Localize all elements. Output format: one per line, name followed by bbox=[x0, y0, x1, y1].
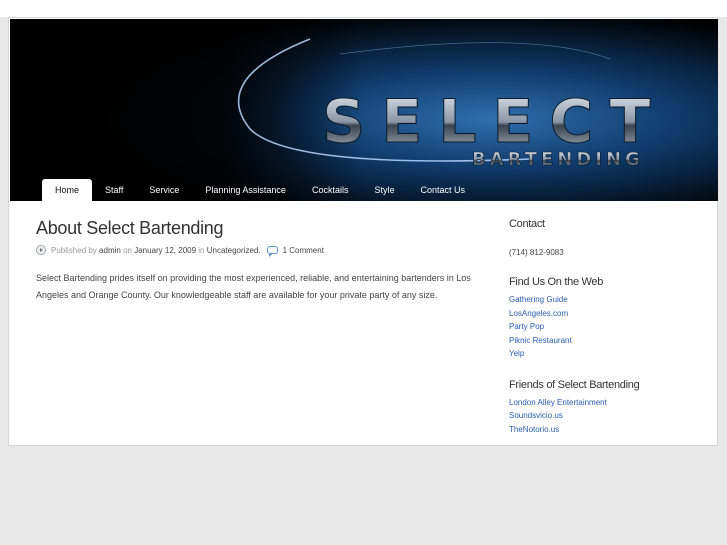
link-yelp[interactable]: Yelp bbox=[509, 347, 709, 361]
nav-home[interactable]: Home bbox=[42, 179, 93, 201]
link-thenotorio-us[interactable]: TheNotorio.us bbox=[509, 423, 709, 437]
meta-on: on bbox=[123, 245, 132, 255]
logo-main-text: SELECT bbox=[322, 87, 666, 157]
meta-category-link[interactable]: Uncategorized. bbox=[207, 246, 261, 255]
link-london-alley-entertainment[interactable]: London Alley Entertainment bbox=[509, 396, 709, 410]
post-title[interactable]: About Select Bartending bbox=[36, 218, 496, 239]
link-piknic-restaurant[interactable]: Piknic Restaurant bbox=[509, 334, 709, 348]
meta-comments-link[interactable]: 1 Comment bbox=[283, 246, 324, 255]
contact-widget: Contact (714) 812-9083 bbox=[509, 218, 709, 257]
meta-in: in bbox=[198, 245, 205, 255]
post-body: Select Bartending prides itself on provi… bbox=[36, 273, 471, 300]
find-us-heading: Find Us On the Web bbox=[509, 276, 604, 288]
logo-sub-text: BARTENDING bbox=[472, 149, 644, 170]
find-us-links: Gathering Guide LosAngeles.com Party Pop… bbox=[509, 293, 709, 361]
link-losangeles-com[interactable]: LosAngeles.com bbox=[509, 307, 709, 321]
post-meta: Published by admin on January 12, 2009 i… bbox=[36, 245, 496, 257]
contact-heading: Contact bbox=[509, 218, 545, 230]
clock-icon bbox=[36, 245, 46, 255]
link-soundsvicio-us[interactable]: Soundsvicio.us bbox=[509, 409, 709, 423]
find-us-widget: Find Us On the Web Gathering Guide LosAn… bbox=[509, 276, 709, 361]
main-content: About Select Bartending Published by adm… bbox=[36, 218, 496, 303]
nav-style[interactable]: Style bbox=[361, 179, 407, 201]
link-party-pop[interactable]: Party Pop bbox=[509, 320, 709, 334]
friends-links: London Alley Entertainment Soundsvicio.u… bbox=[509, 396, 709, 437]
nav-service[interactable]: Service bbox=[136, 179, 192, 201]
meta-published-by: Published by bbox=[51, 245, 97, 255]
main-nav: Home Staff Service Planning Assistance C… bbox=[42, 179, 478, 201]
friends-heading: Friends of Select Bartending bbox=[509, 378, 640, 391]
meta-date: January 12, 2009 bbox=[134, 245, 197, 255]
header-banner: SELECT BARTENDING bbox=[10, 19, 718, 201]
site-header: SELECT BARTENDING Home Staff Service Pla… bbox=[10, 19, 718, 201]
contact-phone: (714) 812-9083 bbox=[509, 248, 564, 257]
sidebar: Contact (714) 812-9083 Find Us On the We… bbox=[509, 218, 709, 436]
nav-contact-us[interactable]: Contact Us bbox=[407, 179, 478, 201]
top-bar bbox=[0, 0, 727, 17]
link-gathering-guide[interactable]: Gathering Guide bbox=[509, 293, 709, 307]
meta-author-link[interactable]: admin bbox=[99, 246, 121, 255]
friends-widget: Friends of Select Bartending London Alle… bbox=[509, 379, 709, 437]
nav-staff[interactable]: Staff bbox=[92, 179, 136, 201]
page-container: SELECT BARTENDING Home Staff Service Pla… bbox=[8, 17, 718, 446]
nav-planning-assistance[interactable]: Planning Assistance bbox=[192, 179, 299, 201]
nav-cocktails[interactable]: Cocktails bbox=[299, 179, 362, 201]
comment-icon bbox=[266, 246, 278, 257]
